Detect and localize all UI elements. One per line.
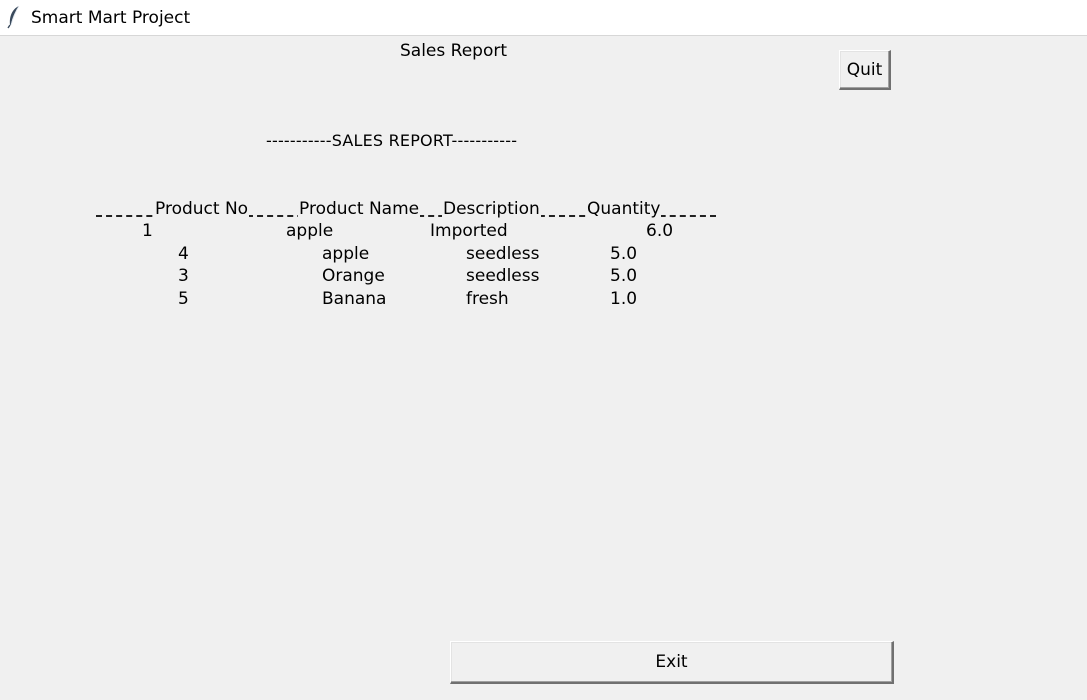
cell-product-no: 3 (178, 266, 189, 286)
cell-product-name: apple (286, 221, 334, 241)
cell-product-no: 5 (178, 289, 189, 309)
cell-quantity: 6.0 (646, 221, 674, 241)
column-header-product-no: Product No (154, 198, 250, 220)
column-header-quantity: Quantity (586, 198, 662, 220)
report-header: Product No Product Name Description Quan… (96, 196, 716, 220)
app-window: Smart Mart Project Sales Report Quit ---… (0, 0, 1087, 700)
feather-icon (7, 5, 20, 29)
cell-description: Imported (430, 221, 508, 241)
cell-quantity: 1.0 (610, 289, 638, 309)
cell-quantity: 5.0 (610, 266, 638, 286)
report-banner: -----------SALES REPORT----------- (266, 131, 518, 150)
cell-product-name: Banana (322, 289, 387, 309)
cell-product-no: 1 (142, 221, 153, 241)
page-title: Sales Report (400, 41, 508, 61)
cell-description: seedless (466, 266, 540, 286)
title-bar: Smart Mart Project (0, 0, 1087, 36)
exit-button[interactable]: Exit (450, 641, 894, 684)
cell-description: seedless (466, 244, 540, 264)
quit-button[interactable]: Quit (839, 50, 891, 90)
column-header-description: Description (442, 198, 541, 220)
cell-product-no: 4 (178, 244, 189, 264)
window-title: Smart Mart Project (31, 8, 191, 28)
cell-product-name: apple (322, 244, 370, 264)
cell-product-name: Orange (322, 266, 385, 286)
column-header-product-name: Product Name (298, 198, 421, 220)
main-content: Sales Report Quit -----------SALES REPOR… (0, 36, 1087, 700)
cell-description: fresh (466, 289, 509, 309)
cell-quantity: 5.0 (610, 244, 638, 264)
